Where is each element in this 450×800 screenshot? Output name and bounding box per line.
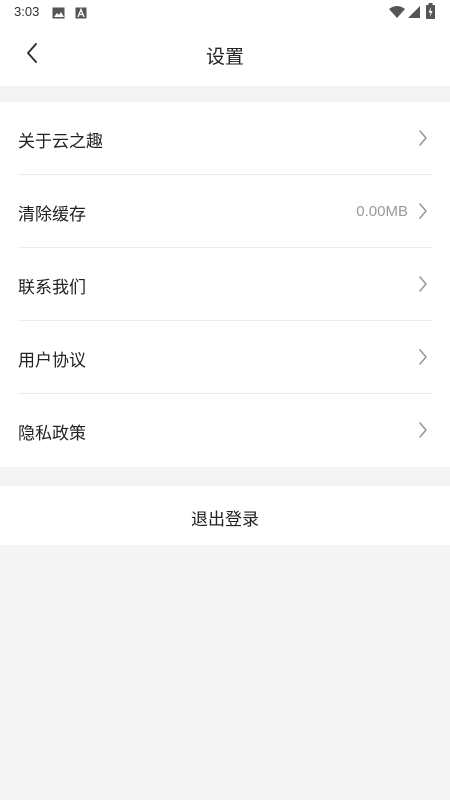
chevron-right-icon <box>418 348 428 370</box>
logout-label: 退出登录 <box>191 510 259 530</box>
chevron-right-icon <box>418 275 428 297</box>
menu-item-about[interactable]: 关于云之趣 <box>0 102 450 175</box>
header: 设置 <box>0 24 450 86</box>
menu-item-label: 联系我们 <box>18 278 86 298</box>
chevron-right-icon <box>418 421 428 443</box>
menu-item-user-agreement[interactable]: 用户协议 <box>0 321 450 394</box>
menu-item-clear-cache[interactable]: 清除缓存 0.00MB <box>0 175 450 248</box>
wifi-icon <box>389 4 405 23</box>
status-bar: 3:03 <box>0 0 450 24</box>
page-title: 设置 <box>205 46 244 68</box>
signal-icon <box>408 4 421 23</box>
text-a-icon <box>75 5 87 24</box>
menu-item-label: 关于云之趣 <box>18 132 103 152</box>
chevron-right-icon <box>418 129 428 151</box>
battery-charging-icon <box>426 3 435 23</box>
cache-size-value: 0.00MB <box>356 203 408 220</box>
chevron-right-icon <box>418 202 428 224</box>
menu-item-label: 隐私政策 <box>18 424 86 444</box>
menu-item-label: 用户协议 <box>18 351 86 371</box>
menu-item-label: 清除缓存 <box>18 205 86 225</box>
status-time: 3:03 <box>14 4 40 19</box>
settings-list: 关于云之趣 清除缓存 0.00MB 联系我们 用户协议 隐私政策 <box>0 102 450 467</box>
menu-item-contact[interactable]: 联系我们 <box>0 248 450 321</box>
menu-item-privacy-policy[interactable]: 隐私政策 <box>0 394 450 467</box>
logout-button[interactable]: 退出登录 <box>0 486 450 545</box>
image-icon <box>52 5 66 24</box>
